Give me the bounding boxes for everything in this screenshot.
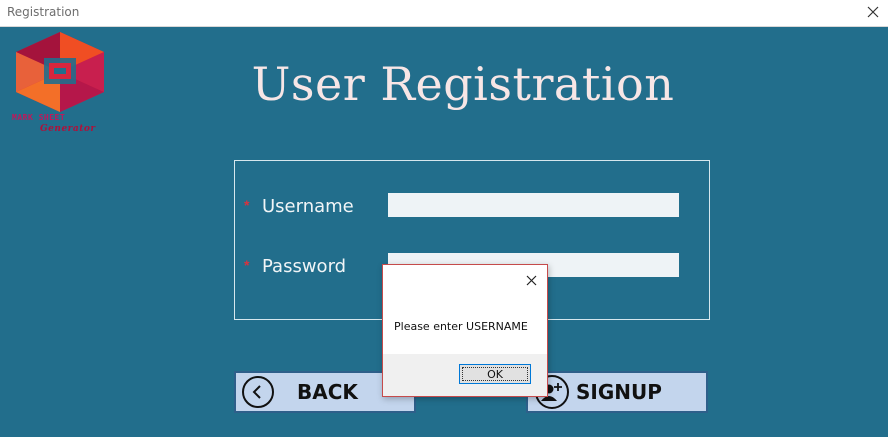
window-title: Registration — [7, 5, 80, 19]
back-button-label: BACK — [297, 380, 358, 404]
required-marker: * — [244, 257, 250, 273]
logo-emblem — [16, 32, 104, 112]
username-label: Username — [262, 196, 354, 217]
required-marker: * — [244, 197, 250, 213]
password-label: Password — [262, 256, 347, 277]
logo-text-secondary: Generator — [40, 124, 96, 134]
chevron-left-circle-icon — [242, 376, 274, 408]
logo-text-primary: MARK SHEET — [12, 113, 66, 122]
signup-button[interactable]: SIGNUP — [526, 371, 708, 413]
message-dialog: Please enter USERNAME OK — [382, 264, 548, 397]
close-icon — [526, 275, 536, 285]
close-icon — [867, 6, 879, 18]
page-title: User Registration — [251, 57, 675, 111]
dialog-close-button[interactable] — [522, 271, 540, 289]
username-input[interactable] — [388, 193, 679, 217]
window-close-button[interactable] — [862, 1, 884, 23]
registration-form-window: MARK SHEET Generator User Registration *… — [0, 27, 888, 437]
ok-button[interactable]: OK — [459, 364, 531, 384]
username-row: * Username — [235, 193, 709, 219]
dialog-footer: OK — [383, 354, 547, 396]
signup-button-label: SIGNUP — [576, 380, 662, 404]
dialog-message: Please enter USERNAME — [394, 320, 528, 333]
title-bar: Registration — [0, 0, 888, 27]
logo: MARK SHEET Generator — [8, 30, 112, 138]
